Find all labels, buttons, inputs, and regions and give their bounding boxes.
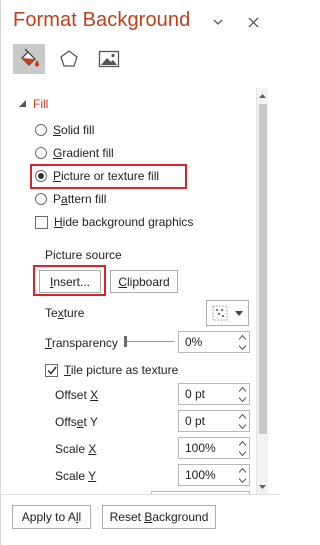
scale-y-label: Scale Y xyxy=(55,469,97,483)
pattern-fill-label: Pattern fill xyxy=(53,192,107,206)
pane-footer: Apply to All Reset Background xyxy=(1,494,280,545)
offset-x-field[interactable]: 0 pt xyxy=(178,383,250,405)
spin-down-icon[interactable] xyxy=(238,475,246,485)
solid-fill-radio[interactable] xyxy=(35,124,47,136)
transparency-field[interactable]: 0% xyxy=(178,331,250,353)
transparency-spinner[interactable] xyxy=(235,332,249,352)
solid-fill-option[interactable]: Solid fill xyxy=(35,120,94,140)
scale-x-field[interactable]: 100% xyxy=(178,437,250,459)
transparency-label: Transparency xyxy=(45,336,118,350)
tab-strip xyxy=(13,44,133,74)
pentagon-icon xyxy=(60,50,78,67)
tab-effects[interactable] xyxy=(53,44,85,74)
picture-icon xyxy=(98,50,120,68)
fill-section-header[interactable]: Fill xyxy=(19,96,48,112)
tab-fill[interactable] xyxy=(13,44,45,74)
spin-down-icon[interactable] xyxy=(238,394,246,404)
scale-x-label: Scale X xyxy=(55,442,97,456)
transparency-value: 0% xyxy=(185,335,203,349)
clipboard-button[interactable]: Clipboard xyxy=(110,270,178,293)
scroll-up-icon[interactable] xyxy=(257,89,268,102)
hide-background-graphics-option[interactable]: Hide background graphics xyxy=(35,212,193,232)
scale-y-value: 100% xyxy=(185,468,216,482)
clipboard-button-label: lipboard xyxy=(126,274,170,289)
format-background-pane: Format Background Fill Solid fill Gradie… xyxy=(0,0,280,545)
spin-up-icon[interactable] xyxy=(238,332,246,342)
spin-down-icon[interactable] xyxy=(238,448,246,458)
offset-y-value: 0 pt xyxy=(185,414,206,428)
offset-x-value: 0 pt xyxy=(185,387,206,401)
picture-source-label: Picture source xyxy=(45,248,122,262)
scale-y-field[interactable]: 100% xyxy=(178,464,250,486)
gradient-fill-radio[interactable] xyxy=(35,147,47,159)
collapse-triangle-icon xyxy=(19,100,26,107)
reset-background-button[interactable]: Reset Background xyxy=(102,505,216,529)
pane-title: Format Background xyxy=(13,9,191,31)
close-icon[interactable] xyxy=(245,14,261,30)
spin-up-icon[interactable] xyxy=(238,384,246,394)
offset-y-field[interactable]: 0 pt xyxy=(178,410,250,432)
texture-swatch-icon xyxy=(212,305,228,321)
pattern-fill-radio[interactable] xyxy=(35,193,47,205)
fill-section-label: Fill xyxy=(33,97,49,111)
transparency-slider-thumb[interactable] xyxy=(124,336,127,347)
texture-picker-dropdown[interactable] xyxy=(206,300,249,326)
tab-picture[interactable] xyxy=(93,44,125,74)
picture-fill-highlight-box xyxy=(30,164,187,189)
apply-to-all-label: Apply to All xyxy=(21,510,82,524)
transparency-slider-track[interactable] xyxy=(124,341,174,342)
spin-down-icon[interactable] xyxy=(238,342,246,352)
tile-picture-checkbox[interactable] xyxy=(45,363,58,377)
scroll-down-icon[interactable] xyxy=(257,480,268,493)
paint-bucket-icon xyxy=(21,49,39,67)
checkmark-icon xyxy=(46,366,57,375)
spin-up-icon[interactable] xyxy=(238,438,246,448)
apply-to-all-button[interactable]: Apply to All xyxy=(12,505,91,529)
scale-x-value: 100% xyxy=(185,441,216,455)
pattern-fill-option[interactable]: Pattern fill xyxy=(35,189,106,209)
offset-x-label: Offset X xyxy=(55,388,99,402)
scrollbar-thumb[interactable] xyxy=(259,104,267,434)
gradient-fill-option[interactable]: Gradient fill xyxy=(35,143,114,163)
tile-picture-label: Tile picture as texture xyxy=(64,363,179,377)
pane-header: Format Background xyxy=(1,0,280,40)
spin-up-icon[interactable] xyxy=(238,411,246,421)
pane-scrollbar[interactable] xyxy=(256,88,268,494)
hide-background-graphics-checkbox[interactable] xyxy=(35,215,48,229)
spin-up-icon[interactable] xyxy=(238,465,246,475)
pane-options-chevron-icon[interactable] xyxy=(210,14,226,30)
spin-down-icon[interactable] xyxy=(238,421,246,431)
scale-x-spinner[interactable] xyxy=(235,438,249,458)
offset-y-label: Offset Y xyxy=(55,415,98,429)
scale-y-spinner[interactable] xyxy=(235,465,249,485)
hide-background-graphics-label: Hide background graphics xyxy=(54,215,194,229)
insert-highlight-box xyxy=(33,265,106,296)
fill-settings-scroll-area: Fill Solid fill Gradient fill Picture or… xyxy=(1,88,256,494)
offset-y-spinner[interactable] xyxy=(235,411,249,431)
offset-x-spinner[interactable] xyxy=(235,384,249,404)
tile-picture-option[interactable]: Tile picture as texture xyxy=(45,360,178,380)
reset-background-label: Reset Background xyxy=(109,510,209,524)
solid-fill-label: Solid fill xyxy=(53,123,95,137)
gradient-fill-label: Gradient fill xyxy=(53,146,114,160)
chevron-down-icon xyxy=(235,310,243,316)
texture-label: Texture xyxy=(45,306,85,320)
